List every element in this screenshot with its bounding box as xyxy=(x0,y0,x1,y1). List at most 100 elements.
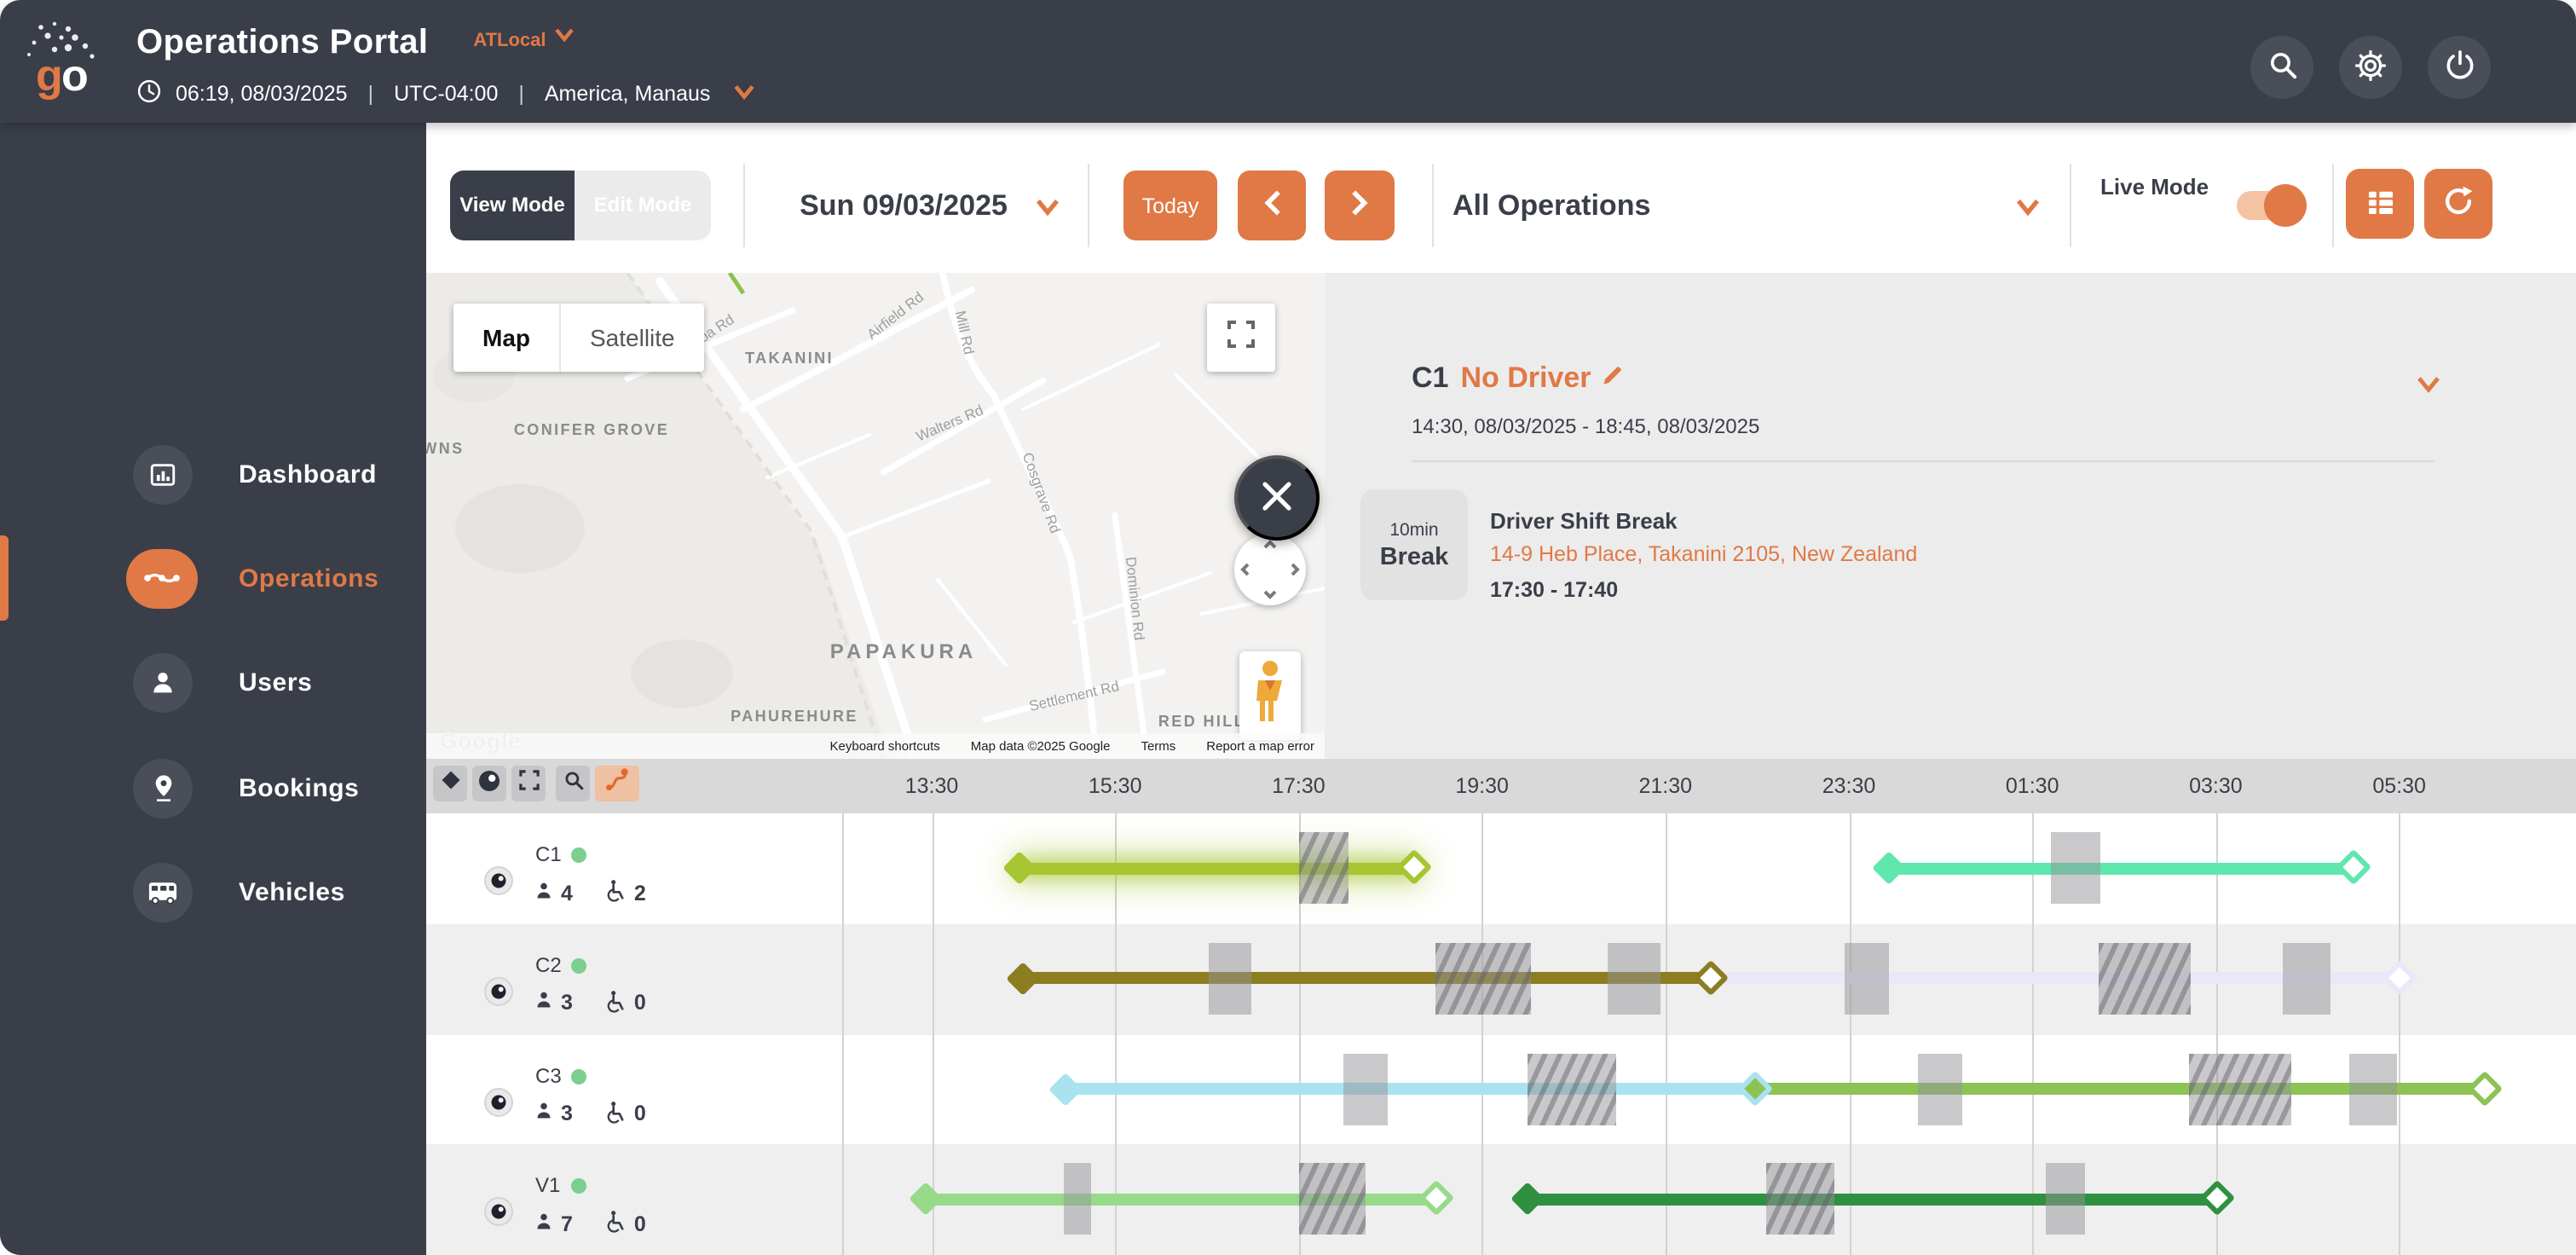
street-view-pegman[interactable] xyxy=(1239,651,1301,740)
busy-block xyxy=(1844,942,1890,1015)
environment-selector[interactable]: ATLocal xyxy=(473,27,575,51)
driver-name: No Driver xyxy=(1460,361,1591,394)
previous-day-button[interactable] xyxy=(1238,171,1306,240)
vehicle-id: C1 xyxy=(1412,361,1449,394)
break-badge: 10min Break xyxy=(1360,489,1468,600)
axis-tick-label: 21:30 xyxy=(1638,774,1693,798)
map-locality-label: WNS xyxy=(426,440,465,457)
chevron-down-icon[interactable] xyxy=(2015,194,2041,225)
busy-block xyxy=(1343,1053,1388,1125)
sidebar-item-vehicles[interactable]: Vehicles xyxy=(0,839,426,945)
shift-endpoint-diamond xyxy=(1418,1180,1455,1217)
grid-line xyxy=(842,813,844,1255)
edit-driver-button[interactable] xyxy=(1602,361,1626,394)
logout-button[interactable] xyxy=(2428,36,2491,99)
sidebar-item-operations[interactable]: Operations xyxy=(0,525,426,631)
refresh-button[interactable] xyxy=(2424,169,2492,239)
busy-block xyxy=(1766,1163,1834,1235)
refresh-icon xyxy=(2440,182,2477,225)
fit-view-button[interactable] xyxy=(511,765,546,801)
map-pan-control[interactable] xyxy=(1234,534,1306,605)
wheelchair-icon xyxy=(604,1099,627,1128)
timeline-rows: C1 4 2 C2 3 0 C3 3 0 V1 7 0 xyxy=(426,813,2576,1255)
settings-button[interactable] xyxy=(2339,36,2402,99)
list-icon xyxy=(2362,183,2398,224)
chevron-down-icon[interactable] xyxy=(1035,194,1060,225)
shift-bar[interactable] xyxy=(1019,862,1416,874)
row-visibility-toggle[interactable] xyxy=(484,1197,513,1227)
capacity-counts: 70 xyxy=(534,1210,646,1239)
list-view-button[interactable] xyxy=(2346,169,2414,239)
shift-endpoint-diamond xyxy=(1510,1182,1545,1217)
header-utc-offset: UTC-04:00 xyxy=(394,82,499,106)
sidebar-item-label: Users xyxy=(239,668,313,697)
sidebar-item-bookings[interactable]: Bookings xyxy=(0,735,426,841)
diamond-filter-button[interactable] xyxy=(433,765,467,801)
sidebar-item-label: Operations xyxy=(239,564,379,593)
capacity-counts: 30 xyxy=(534,1099,646,1128)
map-locality-label: TAKANINI xyxy=(745,350,834,367)
vehicle-label: V1 xyxy=(535,1174,586,1198)
gear-icon xyxy=(2353,47,2388,88)
visibility-button[interactable] xyxy=(472,765,506,801)
today-button[interactable]: Today xyxy=(1123,171,1217,240)
shift-bar[interactable] xyxy=(1065,1083,1757,1095)
vehicle-label: C1 xyxy=(535,842,587,866)
timezone-selector[interactable]: America, Manaus xyxy=(545,82,711,106)
row-visibility-toggle[interactable] xyxy=(484,866,513,895)
busy-block xyxy=(1299,1163,1366,1235)
active-indicator xyxy=(0,535,9,621)
chevron-down-icon xyxy=(732,82,754,106)
live-mode-toggle[interactable] xyxy=(2237,184,2307,227)
wheelchair-icon xyxy=(604,989,627,1018)
axis-tick-label: 19:30 xyxy=(1455,774,1509,798)
busy-block xyxy=(2098,942,2192,1015)
edit-mode-button[interactable]: Edit Mode xyxy=(575,171,711,240)
search-icon xyxy=(2265,48,2299,87)
axis-tick-label: 23:30 xyxy=(1822,774,1876,798)
operations-filter[interactable]: All Operations xyxy=(1453,171,1650,240)
sidebar-item-dashboard[interactable]: Dashboard xyxy=(0,421,426,527)
clock-icon xyxy=(136,78,162,109)
break-address-link[interactable]: 14-9 Heb Place, Takanini 2105, New Zeala… xyxy=(1490,542,1917,566)
expand-icon xyxy=(517,769,540,796)
map-canvas[interactable]: TAKANINI CONIFER GROVE PAPAKURA PAHUREHURE R… xyxy=(426,273,1325,759)
map-attribution-item[interactable]: Report a map error xyxy=(1206,738,1314,754)
route-overlay-button[interactable] xyxy=(595,765,639,801)
map-tab-map[interactable]: Map xyxy=(453,304,559,372)
map-tab-satellite[interactable]: Satellite xyxy=(559,304,704,372)
shift-endpoint-diamond xyxy=(1048,1072,1082,1106)
shift-endpoint-diamond xyxy=(2382,959,2418,996)
collapse-shift-chevron[interactable] xyxy=(2416,372,2441,402)
busy-block xyxy=(2189,1053,2291,1125)
header-datetime: 06:19, 08/03/2025 | UTC-04:00 | America,… xyxy=(136,78,754,109)
capacity-counts: 30 xyxy=(534,989,646,1018)
grid-line xyxy=(2032,813,2035,1255)
close-panel-button[interactable] xyxy=(1234,455,1320,541)
map-attribution-item[interactable]: Keyboard shortcuts xyxy=(830,738,940,754)
diamond-icon xyxy=(439,769,461,796)
map-fullscreen-button[interactable] xyxy=(1207,304,1275,372)
zoom-button[interactable] xyxy=(556,765,590,801)
busy-block xyxy=(1917,1053,1963,1125)
shift-bar[interactable] xyxy=(1888,862,2355,874)
shift-endpoint-diamond xyxy=(1692,959,1729,996)
shift-endpoint-diamond xyxy=(2467,1069,2504,1107)
shift-details-panel: C1 No Driver 14:30, 08/03/2025 - 18:45, 0… xyxy=(1325,273,2576,759)
shift-bar[interactable] xyxy=(1528,1193,2219,1206)
row-visibility-toggle[interactable] xyxy=(484,976,513,1006)
map-attribution-item[interactable]: Terms xyxy=(1141,738,1175,754)
view-mode-button[interactable]: View Mode xyxy=(450,171,575,240)
axis-tick-label: 05:30 xyxy=(2372,774,2426,798)
row-visibility-toggle[interactable] xyxy=(484,1087,513,1116)
break-duration: 10min xyxy=(1389,519,1439,540)
search-button[interactable] xyxy=(2250,36,2313,99)
date-selector[interactable]: Sun 09/03/2025 xyxy=(776,171,1031,240)
sidebar-item-users[interactable]: Users xyxy=(0,629,426,735)
top-bar: g o Operations Portal ATLocal 06:19, 08/… xyxy=(0,0,2576,123)
sidebar-item-label: Vehicles xyxy=(239,877,345,906)
sidebar-item-label: Dashboard xyxy=(239,460,378,489)
timeline-header: 13:30 15:30 17:30 19:30 21:30 23:30 01:30 03:30… xyxy=(426,759,2576,813)
next-day-button[interactable] xyxy=(1325,171,1395,240)
live-mode-label: Live Mode xyxy=(2100,174,2209,200)
